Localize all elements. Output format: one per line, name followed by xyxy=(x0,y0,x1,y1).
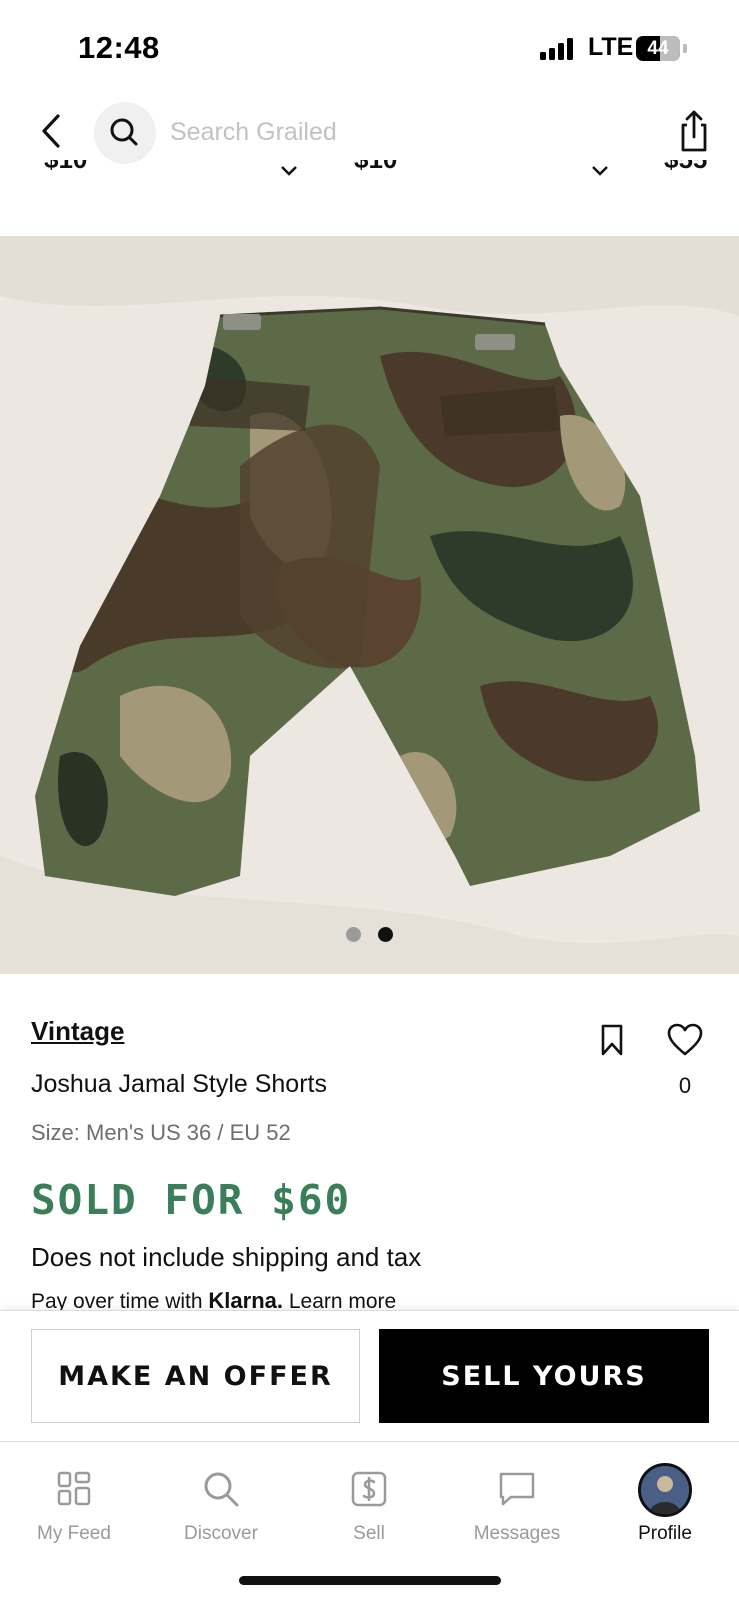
status-bar: 12:48 LTE 44 xyxy=(0,0,739,90)
network-type: LTE xyxy=(588,33,634,61)
top-navigation xyxy=(0,96,739,166)
tab-profile[interactable]: Profile xyxy=(591,1455,739,1551)
chevron-left-icon xyxy=(42,114,60,148)
product-photo[interactable] xyxy=(0,236,739,974)
tab-label: Discover xyxy=(184,1523,258,1544)
chevron-down-icon xyxy=(592,166,608,176)
status-time: 12:48 xyxy=(78,30,160,65)
camo-shorts-image xyxy=(0,236,739,974)
tab-label: Profile xyxy=(638,1523,692,1544)
save-button[interactable] xyxy=(596,1022,628,1058)
carousel-dot-active[interactable] xyxy=(378,927,393,942)
tab-my-feed[interactable]: My Feed xyxy=(0,1455,148,1551)
shipping-note: Does not include shipping and tax xyxy=(31,1242,422,1272)
dollar-tag-icon xyxy=(351,1471,387,1507)
klarna-prefix: Pay over time with xyxy=(31,1290,203,1310)
carousel-dot[interactable] xyxy=(346,927,361,942)
feed-grid-icon xyxy=(57,1471,91,1506)
klarna-learn-more-link[interactable]: Learn more xyxy=(289,1290,396,1310)
tab-discover[interactable]: Discover xyxy=(147,1455,295,1551)
tab-label: Messages xyxy=(473,1523,561,1544)
cropped-price: $10 xyxy=(44,160,87,175)
battery-cap xyxy=(683,44,687,53)
sell-yours-button[interactable]: SELL YOURS xyxy=(379,1329,709,1423)
message-bubble-icon xyxy=(499,1472,535,1506)
cropped-listing-row: $10 $10 $55 xyxy=(0,160,739,182)
share-button[interactable] xyxy=(672,108,716,154)
search-icon xyxy=(204,1472,239,1507)
cellular-signal-icon xyxy=(540,38,576,60)
avatar xyxy=(638,1463,692,1517)
item-title: Joshua Jamal Style Shorts xyxy=(31,1070,327,1098)
search-icon xyxy=(110,118,138,146)
cropped-price: $55 xyxy=(664,160,707,175)
cropped-price: $10 xyxy=(354,160,397,175)
home-indicator[interactable] xyxy=(239,1576,501,1585)
brand-link[interactable]: Vintage xyxy=(31,1016,124,1047)
tab-messages[interactable]: Messages xyxy=(443,1455,591,1551)
like-count: 0 xyxy=(678,1073,692,1098)
heart-icon xyxy=(667,1023,703,1056)
back-button[interactable] xyxy=(34,108,70,154)
tab-label: Sell xyxy=(353,1523,385,1544)
like-button[interactable] xyxy=(666,1022,704,1058)
carousel-dots[interactable] xyxy=(346,927,394,943)
battery-icon: 44 xyxy=(636,36,680,61)
profile-photo xyxy=(641,1466,689,1514)
klarna-promo: Pay over time with Klarna. Learn more xyxy=(31,1288,396,1310)
search-button[interactable] xyxy=(94,102,156,164)
make-offer-button[interactable]: MAKE AN OFFER xyxy=(31,1329,360,1423)
sold-price: SOLD FOR $60 xyxy=(31,1176,352,1224)
item-size: Size: Men's US 36 / EU 52 xyxy=(31,1120,291,1145)
tab-sell[interactable]: Sell xyxy=(295,1455,443,1551)
bookmark-icon xyxy=(601,1024,623,1056)
chevron-down-icon xyxy=(281,166,297,176)
search-input[interactable] xyxy=(170,112,550,152)
share-icon xyxy=(681,110,707,152)
klarna-logo: Klarna. xyxy=(208,1288,283,1310)
tab-label: My Feed xyxy=(37,1523,111,1544)
action-bar: MAKE AN OFFER SELL YOURS xyxy=(0,1310,739,1442)
battery-level: 44 xyxy=(647,38,669,59)
